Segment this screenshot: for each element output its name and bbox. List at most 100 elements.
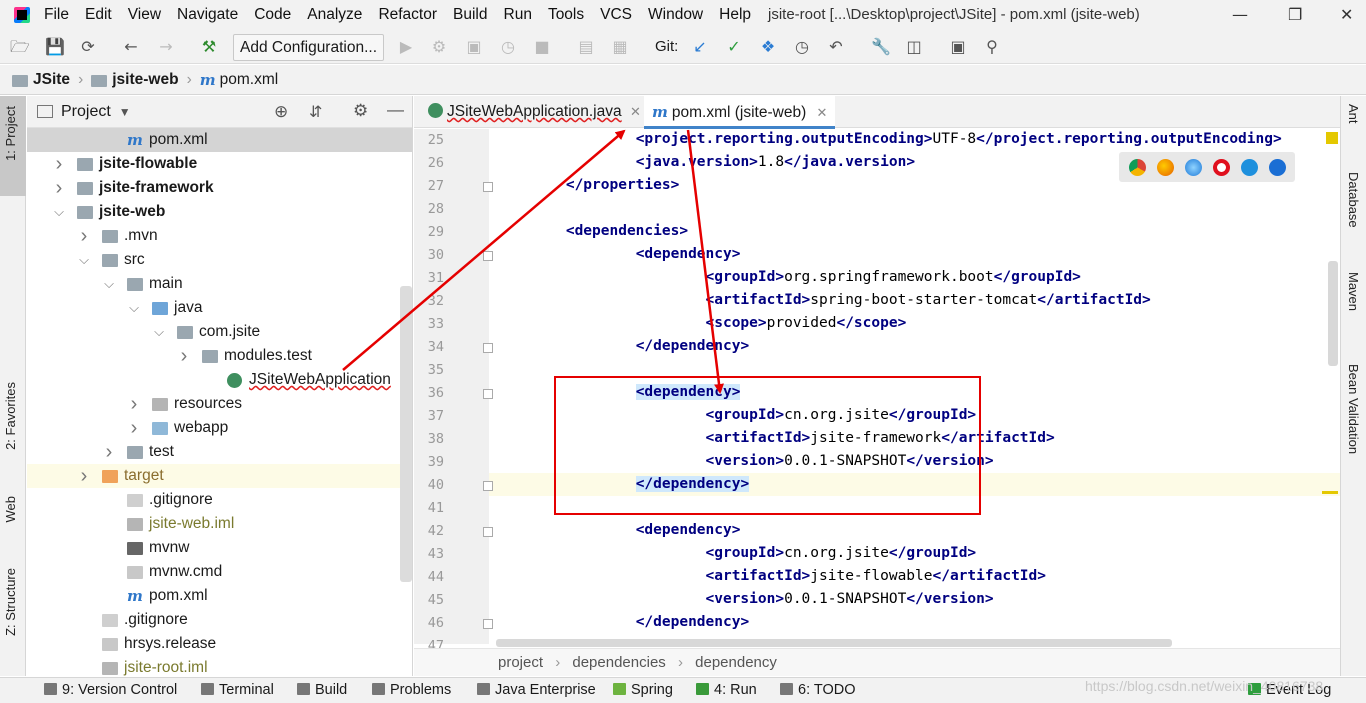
safari-icon[interactable] bbox=[1185, 159, 1202, 176]
git-history-icon[interactable]: ◷ bbox=[793, 38, 811, 56]
fold-marker-icon[interactable] bbox=[483, 251, 493, 261]
tree-scrollbar[interactable] bbox=[400, 286, 412, 582]
tree-item[interactable]: mvnw bbox=[27, 536, 412, 560]
settings-wrench-icon[interactable]: 🔧 bbox=[871, 38, 891, 56]
menu-analyze[interactable]: Analyze bbox=[307, 6, 362, 24]
tree-item[interactable]: ⌵ com.jsite bbox=[27, 320, 412, 344]
run-tab[interactable]: 4: Run bbox=[696, 682, 757, 698]
tab-jsitewebapplication[interactable]: JSiteWebApplication.java ✕ bbox=[420, 96, 649, 128]
code-line[interactable]: </dependency> bbox=[496, 338, 750, 354]
code-line[interactable]: </properties> bbox=[496, 177, 680, 193]
menu-window[interactable]: Window bbox=[648, 6, 703, 24]
tree-item[interactable]: m pom.xml bbox=[27, 128, 412, 152]
tree-item[interactable]: › test bbox=[27, 440, 412, 464]
code-line[interactable]: <dependency> bbox=[496, 246, 741, 262]
tree-item[interactable]: › target bbox=[27, 464, 412, 488]
tab-project[interactable]: 1: Project bbox=[3, 106, 18, 161]
attach-icon[interactable]: ▤ bbox=[577, 38, 595, 56]
git-compare-icon[interactable]: ❖ bbox=[759, 38, 777, 56]
code-line[interactable]: </dependency> bbox=[496, 614, 750, 630]
debug-icon[interactable]: ⚙ bbox=[430, 38, 448, 56]
tree-item[interactable]: › jsite-flowable bbox=[27, 152, 412, 176]
tree-item[interactable]: › modules.test bbox=[27, 344, 412, 368]
xml-crumb-project[interactable]: project bbox=[498, 654, 543, 671]
tree-item[interactable]: › .mvn bbox=[27, 224, 412, 248]
tree-item[interactable]: ⌵ java bbox=[27, 296, 412, 320]
code-line[interactable]: <scope>provided</scope> bbox=[496, 315, 907, 331]
tree-item[interactable]: .gitignore bbox=[27, 488, 412, 512]
menu-tools[interactable]: Tools bbox=[548, 6, 584, 24]
editor-horizontal-scrollbar[interactable] bbox=[496, 639, 1172, 647]
git-commit-icon[interactable]: ✓ bbox=[725, 38, 743, 56]
problems-tab[interactable]: Problems bbox=[372, 682, 451, 698]
fold-marker-icon[interactable] bbox=[483, 527, 493, 537]
chevron-right-icon[interactable]: › bbox=[103, 440, 115, 464]
chevron-right-icon[interactable]: › bbox=[78, 224, 90, 248]
tab-pom-xml[interactable]: m pom.xml (jsite-web) ✕ bbox=[644, 96, 836, 129]
fold-marker-icon[interactable] bbox=[483, 389, 493, 399]
forward-icon[interactable]: → bbox=[157, 38, 175, 56]
maximize-icon[interactable]: ❐ bbox=[1288, 5, 1302, 24]
chevron-right-icon[interactable]: › bbox=[78, 464, 90, 488]
code-line[interactable]: <dependency> bbox=[496, 522, 741, 538]
chevron-right-icon[interactable]: › bbox=[53, 176, 65, 200]
code-line[interactable]: <project.reporting.outputEncoding>UTF-8<… bbox=[496, 131, 1282, 147]
profile-icon[interactable]: ◷ bbox=[499, 38, 517, 56]
tree-item[interactable]: jsite-web.iml bbox=[27, 512, 412, 536]
terminal-icon[interactable]: ▣ bbox=[949, 38, 967, 56]
close-window-icon[interactable]: ✕ bbox=[1340, 5, 1353, 24]
git-rollback-icon[interactable]: ↶ bbox=[827, 38, 845, 56]
synchronize-icon[interactable]: ⟳ bbox=[79, 38, 97, 56]
todo-tab[interactable]: 6: TODO bbox=[780, 682, 855, 698]
chevron-right-icon[interactable]: › bbox=[128, 392, 140, 416]
chrome-icon[interactable] bbox=[1129, 159, 1146, 176]
tree-item[interactable]: mvnw.cmd bbox=[27, 560, 412, 584]
chevron-down-icon[interactable]: ▼ bbox=[119, 105, 131, 119]
tree-item[interactable]: › jsite-framework bbox=[27, 176, 412, 200]
menu-code[interactable]: Code bbox=[254, 6, 291, 24]
breadcrumb-file[interactable]: pom.xml bbox=[220, 71, 279, 89]
xml-crumb-dependency[interactable]: dependency bbox=[695, 654, 777, 671]
search-icon[interactable]: ⚲ bbox=[983, 38, 1001, 56]
code-line[interactable]: <version>0.0.1-SNAPSHOT</version> bbox=[496, 591, 994, 607]
tree-item[interactable]: .gitignore bbox=[27, 608, 412, 632]
tab-database[interactable]: Database bbox=[1346, 172, 1361, 228]
chevron-down-icon[interactable]: ⌵ bbox=[153, 320, 165, 344]
code-line[interactable]: <java.version>1.8</java.version> bbox=[496, 154, 915, 170]
gear-icon[interactable]: ⚙ bbox=[353, 101, 368, 121]
project-structure-icon[interactable]: ◫ bbox=[905, 38, 923, 56]
tree-item[interactable]: m pom.xml bbox=[27, 584, 412, 608]
tab-maven[interactable]: Maven bbox=[1346, 272, 1361, 311]
tree-item[interactable]: › webapp bbox=[27, 416, 412, 440]
breadcrumb-module[interactable]: jsite-web bbox=[112, 71, 178, 89]
chevron-down-icon[interactable]: ⌵ bbox=[128, 296, 140, 320]
terminal-tab[interactable]: Terminal bbox=[201, 682, 274, 698]
fold-marker-icon[interactable] bbox=[483, 343, 493, 353]
close-tab-icon[interactable]: ✕ bbox=[630, 104, 641, 119]
code-line[interactable]: <dependencies> bbox=[496, 223, 688, 239]
internet-explorer-icon[interactable] bbox=[1241, 159, 1258, 176]
tree-item[interactable]: › resources bbox=[27, 392, 412, 416]
menu-file[interactable]: File bbox=[44, 6, 69, 24]
tab-web[interactable]: Web bbox=[3, 496, 18, 523]
code-line[interactable]: <groupId>cn.org.jsite</groupId> bbox=[496, 545, 977, 561]
build-tab[interactable]: Build bbox=[297, 682, 347, 698]
tree-item[interactable]: ⌵ src bbox=[27, 248, 412, 272]
tree-item[interactable]: JSiteWebApplication bbox=[27, 368, 412, 392]
locate-target-icon[interactable]: ⊕ bbox=[274, 102, 288, 122]
code-line[interactable]: <artifactId>jsite-flowable</artifactId> bbox=[496, 568, 1046, 584]
coverage-icon[interactable]: ▣ bbox=[465, 38, 483, 56]
minimize-icon[interactable]: — bbox=[1232, 5, 1248, 24]
java-enterprise-tab[interactable]: Java Enterprise bbox=[477, 682, 596, 698]
chevron-down-icon[interactable]: ⌵ bbox=[53, 200, 65, 224]
tab-bean-validation[interactable]: Bean Validation bbox=[1346, 364, 1361, 454]
tree-item[interactable]: hrsys.release bbox=[27, 632, 412, 656]
menu-view[interactable]: View bbox=[128, 6, 161, 24]
xml-crumb-dependencies[interactable]: dependencies bbox=[572, 654, 665, 671]
chevron-right-icon[interactable]: › bbox=[53, 152, 65, 176]
menu-refactor[interactable]: Refactor bbox=[378, 6, 437, 24]
inspection-status-icon[interactable] bbox=[1326, 132, 1338, 144]
menu-help[interactable]: Help bbox=[719, 6, 751, 24]
deploy-icon[interactable]: ▦ bbox=[611, 38, 629, 56]
breadcrumb-root[interactable]: JSite bbox=[33, 71, 70, 89]
